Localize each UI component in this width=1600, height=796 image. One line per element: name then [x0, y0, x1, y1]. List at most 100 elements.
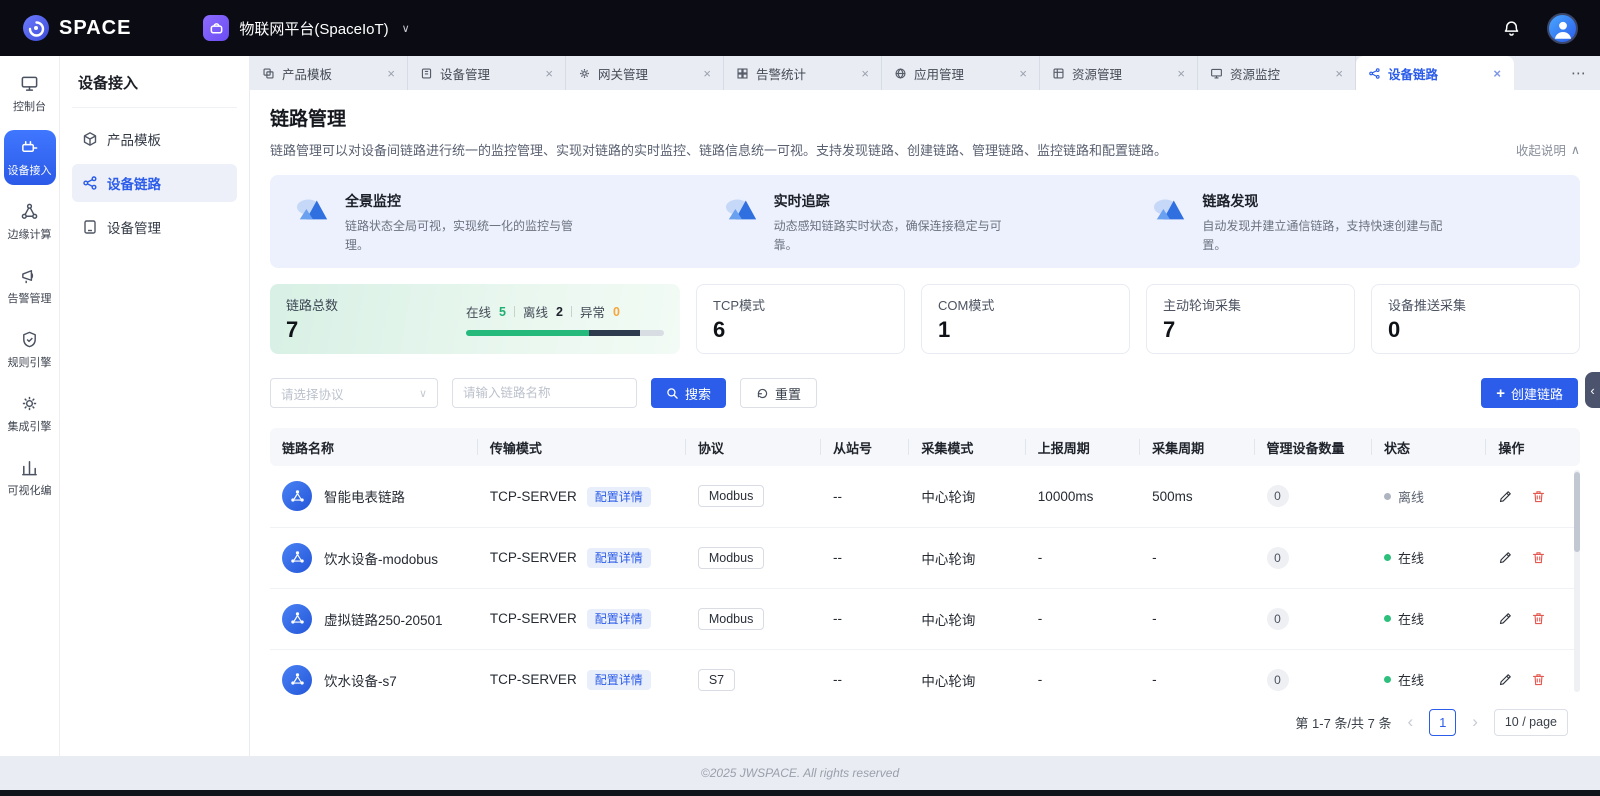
page-size-select[interactable]: 10 / page: [1493, 708, 1568, 736]
tab-resource-management[interactable]: 资源管理 ×: [1040, 56, 1198, 90]
stat-value: 7: [1163, 317, 1176, 343]
alarm-icon: [20, 266, 39, 285]
console-icon: [20, 74, 39, 93]
config-detail-link[interactable]: 配置详情: [586, 486, 651, 507]
close-icon[interactable]: ×: [1177, 66, 1185, 81]
search-label: 搜索: [685, 386, 712, 402]
col-collect-period: 采集周期: [1140, 428, 1255, 467]
rail-item-alarm[interactable]: 告警管理: [4, 258, 56, 313]
more-tabs-icon[interactable]: ⋯: [1557, 64, 1600, 82]
close-icon[interactable]: ×: [703, 66, 711, 81]
status-progress-bar: [466, 330, 664, 337]
table-scrollbar[interactable]: [1574, 470, 1580, 693]
sidebar-item-product-template[interactable]: 产品模板: [72, 120, 237, 158]
edit-icon[interactable]: [1498, 672, 1513, 687]
slave-id: --: [821, 527, 910, 589]
create-link-label: 创建链路: [1510, 386, 1563, 402]
rail-item-integration-engine[interactable]: 集成引擎: [4, 386, 56, 441]
edit-icon[interactable]: [1498, 611, 1513, 626]
search-button[interactable]: 搜索: [651, 378, 727, 409]
tab-product-template[interactable]: 产品模板 ×: [250, 56, 408, 90]
stat-card-push: 设备推送采集 0: [1371, 284, 1580, 355]
close-icon[interactable]: ×: [1493, 66, 1501, 81]
collect-mode: 中心轮询: [909, 588, 1026, 650]
delete-icon[interactable]: [1531, 489, 1546, 504]
device-link-icon: [1368, 67, 1381, 80]
stat-card-polling: 主动轮询采集 7: [1146, 284, 1355, 355]
workspace-switcher[interactable]: 物联网平台(SpaceIoT) ∨: [203, 15, 410, 41]
footer: ©2025 JWSPACE. All rights reserved: [0, 756, 1600, 790]
link-name: 饮水设备-s7: [324, 673, 397, 689]
slave-id: --: [821, 466, 910, 528]
device-count-badge: 0: [1266, 607, 1289, 630]
protocol-select[interactable]: 请选择协议 ∨: [270, 378, 438, 409]
protocol-select-placeholder: 请选择协议: [281, 387, 344, 402]
create-link-button[interactable]: + 创建链路: [1481, 378, 1578, 409]
config-detail-link[interactable]: 配置详情: [586, 548, 651, 569]
reset-button[interactable]: 重置: [740, 378, 818, 409]
col-protocol: 协议: [685, 428, 822, 467]
close-icon[interactable]: ×: [545, 66, 553, 81]
collapse-description-toggle[interactable]: 收起说明 ∧: [1516, 140, 1580, 159]
product-template-icon: [82, 131, 98, 147]
app-icon: [894, 67, 907, 80]
delete-icon[interactable]: [1531, 550, 1546, 565]
bar-chart-icon: [20, 458, 39, 477]
avatar[interactable]: [1547, 12, 1578, 44]
collapse-left-icon: ‹: [1590, 382, 1595, 398]
rail-item-visualization[interactable]: 可视化编: [4, 450, 56, 505]
tab-device-link[interactable]: 设备链路 ×: [1356, 56, 1514, 90]
tab-app-management[interactable]: 应用管理 ×: [882, 56, 1040, 90]
next-page-icon[interactable]: ›: [1472, 712, 1478, 732]
collect-period: -: [1140, 649, 1255, 697]
content-panel: 链路管理 链路管理可以对设备间链路进行统一的监控管理、实现对链路的实时监控、链路…: [250, 90, 1600, 756]
collect-period: -: [1140, 588, 1255, 650]
link-name-input[interactable]: [452, 378, 637, 409]
rail-item-device-access[interactable]: 设备接入: [3, 130, 56, 185]
transport-mode: TCP-SERVER: [489, 550, 577, 566]
stat-card-tcp: TCP模式 6: [696, 284, 905, 355]
sidebar-item-device-management[interactable]: 设备管理: [72, 208, 237, 246]
page-description: 链路管理可以对设备间链路进行统一的监控管理、实现对链路的实时监控、链路信息统一可…: [270, 143, 1168, 158]
tab-alarm-statistics[interactable]: 告警统计 ×: [724, 56, 882, 90]
tab-label: 应用管理: [914, 67, 965, 82]
rail-item-edge-computing[interactable]: 边缘计算: [4, 194, 56, 249]
bell-icon[interactable]: [1502, 19, 1521, 38]
device-count-badge: 0: [1266, 546, 1289, 569]
table-row[interactable]: 饮水设备-modobus TCP-SERVER 配置详情 Modbus -- 中心…: [270, 527, 1580, 589]
brand-logo[interactable]: SPACE: [22, 14, 131, 42]
prev-page-icon[interactable]: ‹: [1408, 712, 1414, 732]
close-icon[interactable]: ×: [861, 66, 869, 81]
rail-item-console[interactable]: 控制台: [4, 66, 56, 121]
edit-icon[interactable]: [1498, 550, 1513, 565]
tab-gateway-management[interactable]: 网关管理 ×: [566, 56, 724, 90]
logo-text: SPACE: [59, 16, 132, 39]
feature-desc: 自动发现并建立通信链路，支持快速创建与配置。: [1202, 219, 1443, 252]
stat-label: COM模式: [938, 298, 995, 314]
tab-resource-monitor[interactable]: 资源监控 ×: [1198, 56, 1356, 90]
tab-device-management[interactable]: 设备管理 ×: [408, 56, 566, 90]
transport-mode: TCP-SERVER: [489, 488, 577, 504]
close-icon[interactable]: ×: [1335, 66, 1343, 81]
table-row[interactable]: 虚拟链路250-20501 TCP-SERVER 配置详情 Modbus -- 中…: [270, 588, 1580, 650]
transport-mode: TCP-SERVER: [489, 611, 577, 627]
table-row[interactable]: 智能电表链路 TCP-SERVER 配置详情 Modbus -- 中心轮询 100…: [270, 466, 1580, 528]
page-number[interactable]: 1: [1429, 708, 1457, 736]
rail-item-rule-engine[interactable]: 规则引擎: [4, 322, 56, 377]
panel-collapse-handle[interactable]: ‹: [1585, 372, 1600, 408]
close-icon[interactable]: ×: [387, 66, 395, 81]
online-label: 在线: [466, 306, 492, 321]
config-detail-link[interactable]: 配置详情: [586, 670, 651, 691]
close-icon[interactable]: ×: [1019, 66, 1027, 81]
scrollbar-thumb[interactable]: [1574, 472, 1580, 553]
sidebar-item-device-link[interactable]: 设备链路: [72, 164, 237, 202]
offline-segment: [588, 330, 641, 337]
delete-icon[interactable]: [1531, 611, 1546, 626]
edit-icon[interactable]: [1498, 489, 1513, 504]
chevron-down-icon: ∨: [418, 387, 427, 400]
link-avatar-icon: [282, 603, 312, 634]
table-row[interactable]: 饮水设备-s7 TCP-SERVER 配置详情 S7 -- 中心轮询 - - 0 …: [270, 649, 1580, 697]
delete-icon[interactable]: [1531, 672, 1546, 687]
status-dot: [1383, 492, 1391, 500]
config-detail-link[interactable]: 配置详情: [586, 609, 651, 630]
